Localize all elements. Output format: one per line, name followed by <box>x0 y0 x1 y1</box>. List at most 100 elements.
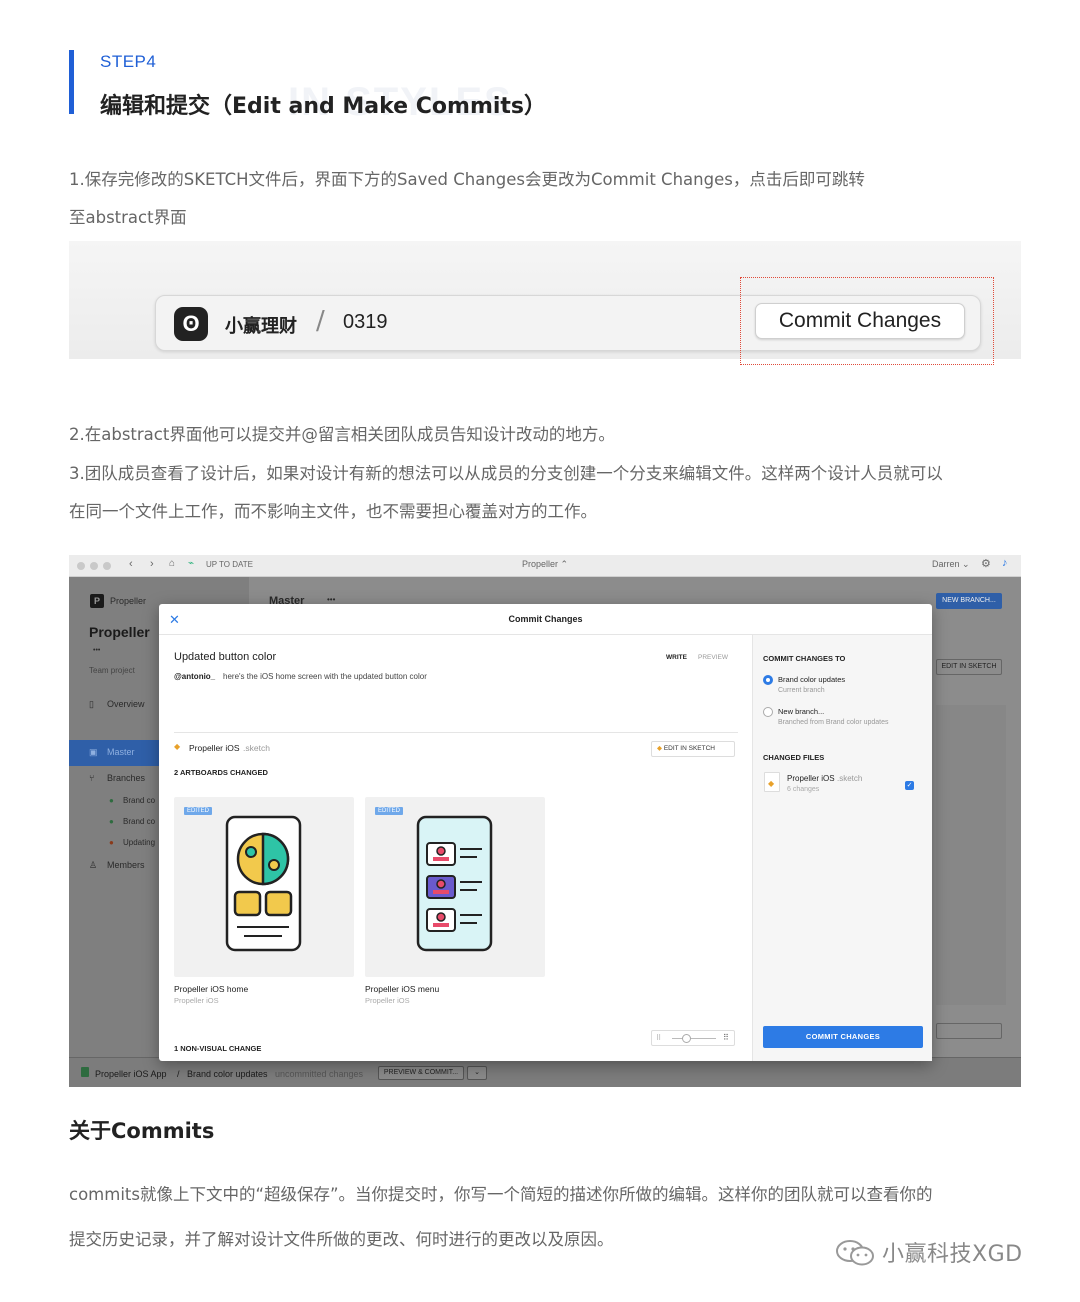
grid-large-icon[interactable]: ⠿ <box>723 1033 729 1042</box>
ios-home-thumbnail-icon <box>225 815 302 952</box>
commit-changes-button[interactable]: Commit Changes <box>755 303 965 339</box>
paragraph-3-line-1: 3.团队成员查看了设计后，如果对设计有新的想法可以从成员的分支创建一个分支来编辑… <box>69 464 943 483</box>
activity-icon: ⌁ <box>188 558 195 569</box>
artboard-page-home: Propeller iOS <box>174 996 219 1005</box>
abstract-logo-icon: ʘ <box>174 307 208 341</box>
sidebar-project-title: Propeller <box>89 624 150 640</box>
zoom-slider[interactable]: ⠿ ⠿ <box>651 1030 735 1046</box>
option-new-branch-sub: Branched from Brand color updates <box>778 719 889 726</box>
slider-thumb[interactable] <box>682 1034 691 1043</box>
new-branch-button[interactable]: NEW BRANCH... <box>936 593 1002 609</box>
commit-description-input[interactable]: here's the iOS home screen with the upda… <box>223 672 427 681</box>
sidebar-branch-2[interactable]: Brand co <box>123 817 155 826</box>
project-switcher[interactable]: Propeller ⌃ <box>522 559 568 570</box>
commit-summary-input[interactable]: Updated button color <box>174 651 276 663</box>
artboards-changed-label: 2 ARTBOARDS CHANGED <box>174 768 268 777</box>
artboard-page-menu: Propeller iOS <box>365 996 410 1005</box>
non-visual-change-label: 1 NON-VISUAL CHANGE <box>174 1044 262 1053</box>
abstract-bar-screenshot: ʘ 小赢理财 / 0319 Commit Changes <box>69 241 1021 365</box>
file-icon <box>81 1067 89 1077</box>
modal-file-ext: .sketch <box>243 743 270 753</box>
sidebar-item-master[interactable]: Master <box>107 747 135 757</box>
branches-icon: ⑂ <box>89 773 95 783</box>
option-current-branch-title: Brand color updates <box>778 675 846 684</box>
edit-in-sketch-label: EDIT IN SKETCH <box>663 745 715 752</box>
user-menu[interactable]: Darren ⌄ <box>932 559 970 570</box>
sidebar-more-icon[interactable]: ••• <box>93 647 100 654</box>
branch-name: 0319 <box>343 311 388 333</box>
sidebar-app-name: Propeller <box>110 596 147 606</box>
artboard-card-menu[interactable]: EDITED <box>365 797 545 977</box>
abstract-app-screenshot: ‹ › ⌂ ⌁ UP TO DATE Propeller ⌃ Darren ⌄ … <box>69 555 1021 1087</box>
project-name: 小赢理财 <box>225 316 297 337</box>
wechat-icon <box>836 1240 874 1266</box>
sidebar-branch-3[interactable]: Updating <box>123 838 155 847</box>
commit-options-panel: COMMIT CHANGES TO Brand color updates Cu… <box>752 635 932 1061</box>
tab-preview[interactable]: PREVIEW <box>698 654 728 661</box>
footer-branch-name[interactable]: Brand color updates <box>187 1069 268 1079</box>
changed-file-name: Propeller iOS <box>787 774 835 783</box>
sidebar-branch-1[interactable]: Brand co <box>123 796 155 805</box>
sidebar-item-overview[interactable]: Overview <box>107 699 145 709</box>
paragraph-1-line-2: 至abstract界面 <box>69 208 187 227</box>
sketch-icon: ◆ <box>657 745 662 752</box>
branch-status-icon: ● <box>109 796 114 805</box>
about-commits-heading: 关于Commits <box>69 1119 215 1143</box>
footer-file-name[interactable]: Propeller iOS App <box>95 1069 167 1079</box>
edit-in-sketch-button[interactable]: ◆ EDIT IN SKETCH <box>651 741 735 757</box>
home-icon[interactable]: ⌂ <box>169 558 175 569</box>
preview-commit-button[interactable]: PREVIEW & COMMIT... <box>378 1066 464 1080</box>
notification-bell-icon[interactable]: ♪ <box>1002 557 1008 569</box>
preview-commit-dropdown[interactable]: ⌄ <box>467 1066 487 1080</box>
about-line-1: commits就像上下文中的“超级保存”。当你提交时，你写一个简短的描述你所做的… <box>69 1185 933 1204</box>
main-more-icon[interactable]: ••• <box>327 595 335 604</box>
divider <box>174 732 738 733</box>
about-line-2: 提交历史记录，并了解对设计文件所做的更改、何时进行的更改以及原因。 <box>69 1230 614 1249</box>
sidebar-item-branches[interactable]: Branches <box>107 773 145 783</box>
path-separator: / <box>316 306 325 336</box>
ios-menu-thumbnail-icon <box>416 815 493 952</box>
artboard-name-menu: Propeller iOS menu <box>365 984 440 994</box>
commit-changes-submit-button[interactable]: COMMIT CHANGES <box>763 1026 923 1048</box>
artboard-card-home[interactable]: EDITED <box>174 797 354 977</box>
changed-file-ext: .sketch <box>837 774 863 783</box>
paragraph-3-line-2: 在同一个文件上工作，而不影响主文件，也不需要担心覆盖对方的工作。 <box>69 502 597 521</box>
overview-icon: ▯ <box>89 699 94 709</box>
step-accent-bar <box>69 50 74 114</box>
window-close-dot[interactable] <box>77 562 85 570</box>
status-footer: Propeller iOS App / Brand color updates … <box>69 1057 1021 1087</box>
step-title: 编辑和提交（Edit and Make Commits） <box>100 94 547 119</box>
members-icon: ♙ <box>89 860 98 870</box>
paragraph-1-line-1: 1.保存完修改的SKETCH文件后，界面下方的Saved Changes会更改为… <box>69 170 865 189</box>
propeller-logo-icon: P <box>90 594 104 608</box>
window-minimize-dot[interactable] <box>90 562 98 570</box>
commit-changes-modal: ✕ Commit Changes Updated button color WR… <box>159 604 932 1061</box>
branch-status-icon: ● <box>109 817 114 826</box>
edit-in-sketch-button-bg[interactable]: EDIT IN SKETCH <box>936 659 1002 675</box>
zoom-slider-bg[interactable] <box>936 1023 1002 1039</box>
radio-new-branch[interactable] <box>763 707 773 717</box>
option-current-branch-sub: Current branch <box>778 687 825 694</box>
changed-file-count: 6 changes <box>787 786 820 793</box>
grid-small-icon[interactable]: ⠿ <box>656 1034 661 1042</box>
team-project-label: Team project <box>89 666 135 675</box>
master-icon: ▣ <box>89 747 98 757</box>
tab-write[interactable]: WRITE <box>666 654 687 661</box>
branch-status-icon: ● <box>109 838 114 847</box>
main-panel-bg <box>936 705 1006 1005</box>
footer-separator: / <box>177 1069 180 1079</box>
window-titlebar: ‹ › ⌂ ⌁ UP TO DATE Propeller ⌃ Darren ⌄ … <box>69 555 1021 577</box>
settings-gear-icon[interactable]: ⚙ <box>981 557 991 570</box>
paragraph-2: 2.在abstract界面他可以提交并@留言相关团队成员告知设计改动的地方。 <box>69 425 615 444</box>
slider-track <box>672 1038 716 1039</box>
forward-icon[interactable]: › <box>150 558 154 570</box>
file-checkbox[interactable]: ✓ <box>905 781 914 790</box>
watermark-text: 小赢科技XGD <box>882 1242 1023 1267</box>
modal-file-name: Propeller iOS <box>189 743 240 753</box>
back-icon[interactable]: ‹ <box>129 558 133 570</box>
window-zoom-dot[interactable] <box>103 562 111 570</box>
artboard-name-home: Propeller iOS home <box>174 984 249 994</box>
radio-current-branch[interactable] <box>763 675 773 685</box>
sketch-file-doc-icon: ◆ <box>764 772 780 792</box>
sidebar-item-members[interactable]: Members <box>107 860 145 870</box>
